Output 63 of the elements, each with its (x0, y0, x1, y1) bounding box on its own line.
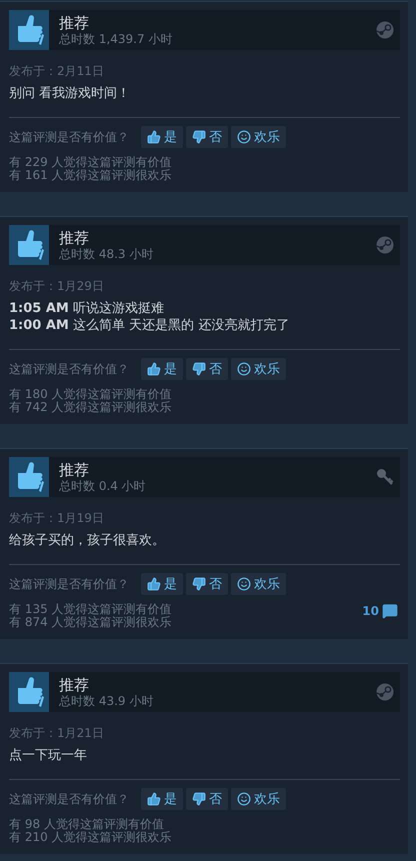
thumbs-up-icon (147, 577, 161, 591)
comment-icon (382, 603, 398, 619)
helpful-prompt: 这篇评测是否有价值？ (9, 128, 129, 146)
comment-count[interactable]: 10 (362, 603, 398, 619)
vote-count: 有 161 人觉得这篇评测很欢乐 (9, 169, 172, 182)
yes-button[interactable]: 是 (141, 788, 183, 810)
review-text: 点一下玩一年 (9, 747, 88, 764)
review-text: 给孩子买的，孩子很喜欢。 (9, 532, 166, 549)
thumbs-up-icon (147, 130, 161, 144)
smile-icon (237, 130, 251, 144)
funny-button[interactable]: 欢乐 (231, 126, 286, 148)
review-text: 1:00 AM 这么简单 天还是黑的 还没亮就打完了 (9, 317, 290, 334)
vote-count: 有 210 人觉得这篇评测很欢乐 (9, 831, 172, 844)
funny-button[interactable]: 欢乐 (231, 573, 286, 595)
no-button[interactable]: 否 (186, 358, 228, 380)
posted-date: 发布于：1月21日 (9, 725, 105, 741)
no-button[interactable]: 否 (186, 126, 228, 148)
circle-logo-icon (376, 236, 394, 254)
vote-count: 有 874 人觉得这篇评测很欢乐 (9, 616, 172, 629)
vote-count: 有 135 人觉得这篇评测有价值 (9, 603, 172, 616)
no-button[interactable]: 否 (186, 788, 228, 810)
review-text: 1:05 AM 听说这游戏挺难 (9, 300, 165, 317)
thumbs-down-icon (192, 792, 206, 806)
review-verdict: 推荐 (59, 676, 90, 694)
smile-icon (237, 792, 251, 806)
yes-button[interactable]: 是 (141, 573, 183, 595)
yes-button[interactable]: 是 (141, 358, 183, 380)
posted-date: 发布于：1月29日 (9, 278, 105, 294)
vote-count: 有 98 人觉得这篇评测有价值 (9, 818, 165, 831)
hours-played: 总时数 0.4 小时 (59, 478, 147, 494)
thumbs-up-icon (147, 362, 161, 376)
hours-played: 总时数 43.9 小时 (59, 694, 154, 708)
key-icon (376, 468, 394, 486)
vote-count: 有 742 人觉得这篇评测很欢乐 (9, 401, 172, 414)
helpful-prompt: 这篇评测是否有价值？ (9, 360, 129, 378)
review-text: 别问 看我游戏时间！ (9, 85, 132, 102)
posted-date: 发布于：2月11日 (9, 63, 105, 79)
thumbs-down-icon (192, 577, 206, 591)
thumbs-up-icon (9, 10, 49, 50)
circle-logo-icon (376, 21, 394, 39)
helpful-prompt: 这篇评测是否有价值？ (9, 790, 129, 808)
hours-played: 总时数 1,439.7 小时 (59, 32, 174, 46)
vote-count: 有 229 人觉得这篇评测有价值 (9, 156, 172, 169)
smile-icon (237, 362, 251, 376)
smile-icon (237, 577, 251, 591)
vote-count: 有 180 人觉得这篇评测有价值 (9, 388, 172, 401)
thumbs-up-icon (9, 457, 49, 497)
funny-button[interactable]: 欢乐 (231, 358, 286, 380)
circle-logo-icon (376, 683, 394, 701)
review-verdict: 推荐 (59, 460, 90, 478)
hours-played: 总时数 48.3 小时 (59, 246, 154, 262)
review-verdict: 推荐 (59, 14, 90, 32)
helpful-prompt: 这篇评测是否有价值？ (9, 576, 129, 592)
no-button[interactable]: 否 (186, 573, 228, 595)
thumbs-up-icon (147, 792, 161, 806)
review-verdict: 推荐 (59, 228, 90, 246)
posted-date: 发布于：1月19日 (9, 510, 105, 526)
yes-button[interactable]: 是 (141, 126, 183, 148)
thumbs-down-icon (192, 362, 206, 376)
funny-button[interactable]: 欢乐 (231, 788, 286, 810)
thumbs-up-icon (9, 225, 49, 265)
thumbs-down-icon (192, 130, 206, 144)
thumbs-up-icon (9, 672, 49, 712)
